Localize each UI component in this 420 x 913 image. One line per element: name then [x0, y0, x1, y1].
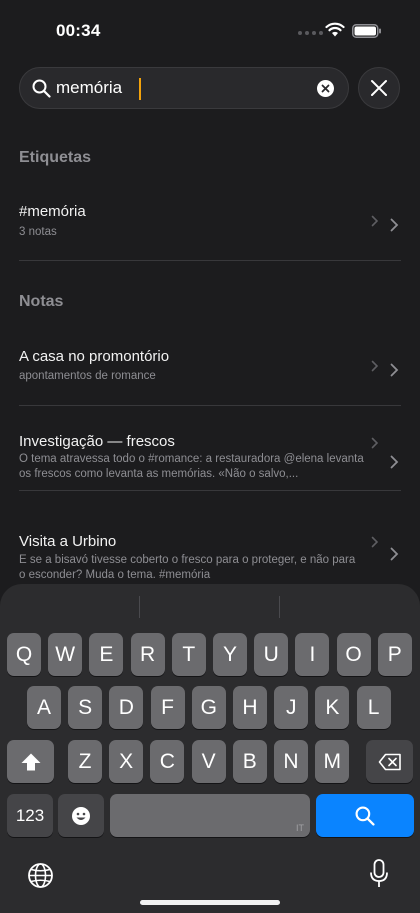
key-u[interactable]: U	[254, 633, 289, 676]
tag-count: 3 notas	[19, 226, 57, 238]
search-input[interactable]	[56, 74, 306, 102]
note-row[interactable]: Investigação — frescos O tema atravessa …	[19, 433, 401, 482]
key-f[interactable]: F	[150, 686, 185, 729]
key-y[interactable]: Y	[213, 633, 247, 676]
key-j[interactable]: J	[274, 686, 309, 729]
key-a[interactable]: A	[27, 686, 61, 729]
search-key[interactable]	[316, 794, 414, 837]
key-c[interactable]: C	[150, 740, 185, 783]
shift-icon	[21, 753, 40, 770]
delete-key[interactable]	[366, 740, 413, 783]
key-x[interactable]: X	[109, 740, 144, 783]
chevron-right-icon	[390, 547, 399, 561]
chevron-right-icon	[371, 536, 379, 548]
note-preview: apontamentos de romance	[19, 370, 156, 382]
key-g[interactable]: G	[191, 686, 226, 729]
search-field[interactable]	[19, 67, 349, 109]
clear-icon[interactable]	[317, 80, 334, 97]
key-p[interactable]: P	[377, 633, 412, 676]
key-i[interactable]: I	[295, 633, 330, 676]
key-l[interactable]: L	[356, 686, 391, 729]
key-r[interactable]: R	[130, 633, 165, 676]
key-m[interactable]: M	[315, 740, 350, 783]
cellular-icon	[298, 31, 323, 35]
shift-key[interactable]	[7, 740, 54, 783]
note-row[interactable]: Visita a Urbino E se a bisavó tivesse co…	[19, 533, 401, 583]
divider	[19, 260, 401, 261]
emoji-icon	[72, 806, 90, 825]
suggestion-divider	[279, 596, 280, 618]
close-button[interactable]	[358, 67, 400, 109]
wifi-icon	[325, 22, 345, 37]
divider	[19, 490, 401, 491]
key-z[interactable]: Z	[68, 740, 102, 783]
key-t[interactable]: T	[171, 633, 206, 676]
key-n[interactable]: N	[274, 740, 308, 783]
key-w[interactable]: W	[48, 633, 83, 676]
key-q[interactable]: Q	[7, 633, 41, 676]
globe-icon[interactable]	[27, 862, 54, 889]
home-indicator	[140, 900, 280, 905]
key-b[interactable]: B	[232, 740, 267, 783]
divider	[19, 405, 401, 406]
key-d[interactable]: D	[109, 686, 144, 729]
emoji-key[interactable]	[58, 794, 104, 837]
chevron-right-icon	[371, 360, 379, 372]
search-icon	[355, 806, 375, 826]
search-icon	[32, 79, 51, 98]
close-icon	[371, 80, 387, 96]
key-s[interactable]: S	[68, 686, 103, 729]
microphone-icon[interactable]	[369, 859, 389, 889]
note-preview: O tema atravessa todo o #romance: a rest…	[19, 453, 364, 480]
chevron-right-icon	[390, 455, 399, 469]
key-k[interactable]: K	[315, 686, 350, 729]
suggestion-divider	[139, 596, 140, 618]
key-o[interactable]: O	[336, 633, 371, 676]
text-caret	[139, 78, 141, 100]
chevron-right-icon	[390, 363, 399, 377]
key-e[interactable]: E	[89, 633, 124, 676]
chevron-right-icon	[390, 218, 399, 232]
tag-row[interactable]: #memória 3 notas	[19, 203, 401, 240]
delete-icon	[378, 753, 401, 770]
note-preview: E se a bisavó tivesse coberto o fresco p…	[19, 554, 356, 581]
key-v[interactable]: V	[191, 740, 226, 783]
status-bar: 00:34	[0, 0, 420, 60]
battery-icon	[352, 24, 381, 38]
tag-title: #memória	[19, 203, 86, 220]
space-key[interactable]: IT	[110, 794, 310, 837]
note-row[interactable]: A casa no promontório apontamentos de ro…	[19, 348, 401, 384]
status-time: 00:34	[56, 21, 101, 40]
tags-section-title: Etiquetas	[19, 149, 92, 166]
note-title: A casa no promontório	[19, 348, 170, 365]
keyboard-language: IT	[296, 823, 304, 833]
chevron-right-icon	[371, 437, 379, 449]
numbers-key[interactable]: 123	[7, 794, 53, 837]
chevron-right-icon	[371, 215, 379, 227]
notes-section-title: Notas	[19, 293, 64, 310]
key-h[interactable]: H	[233, 686, 267, 729]
note-title: Visita a Urbino	[19, 533, 117, 550]
note-title: Investigação — frescos	[19, 433, 175, 450]
